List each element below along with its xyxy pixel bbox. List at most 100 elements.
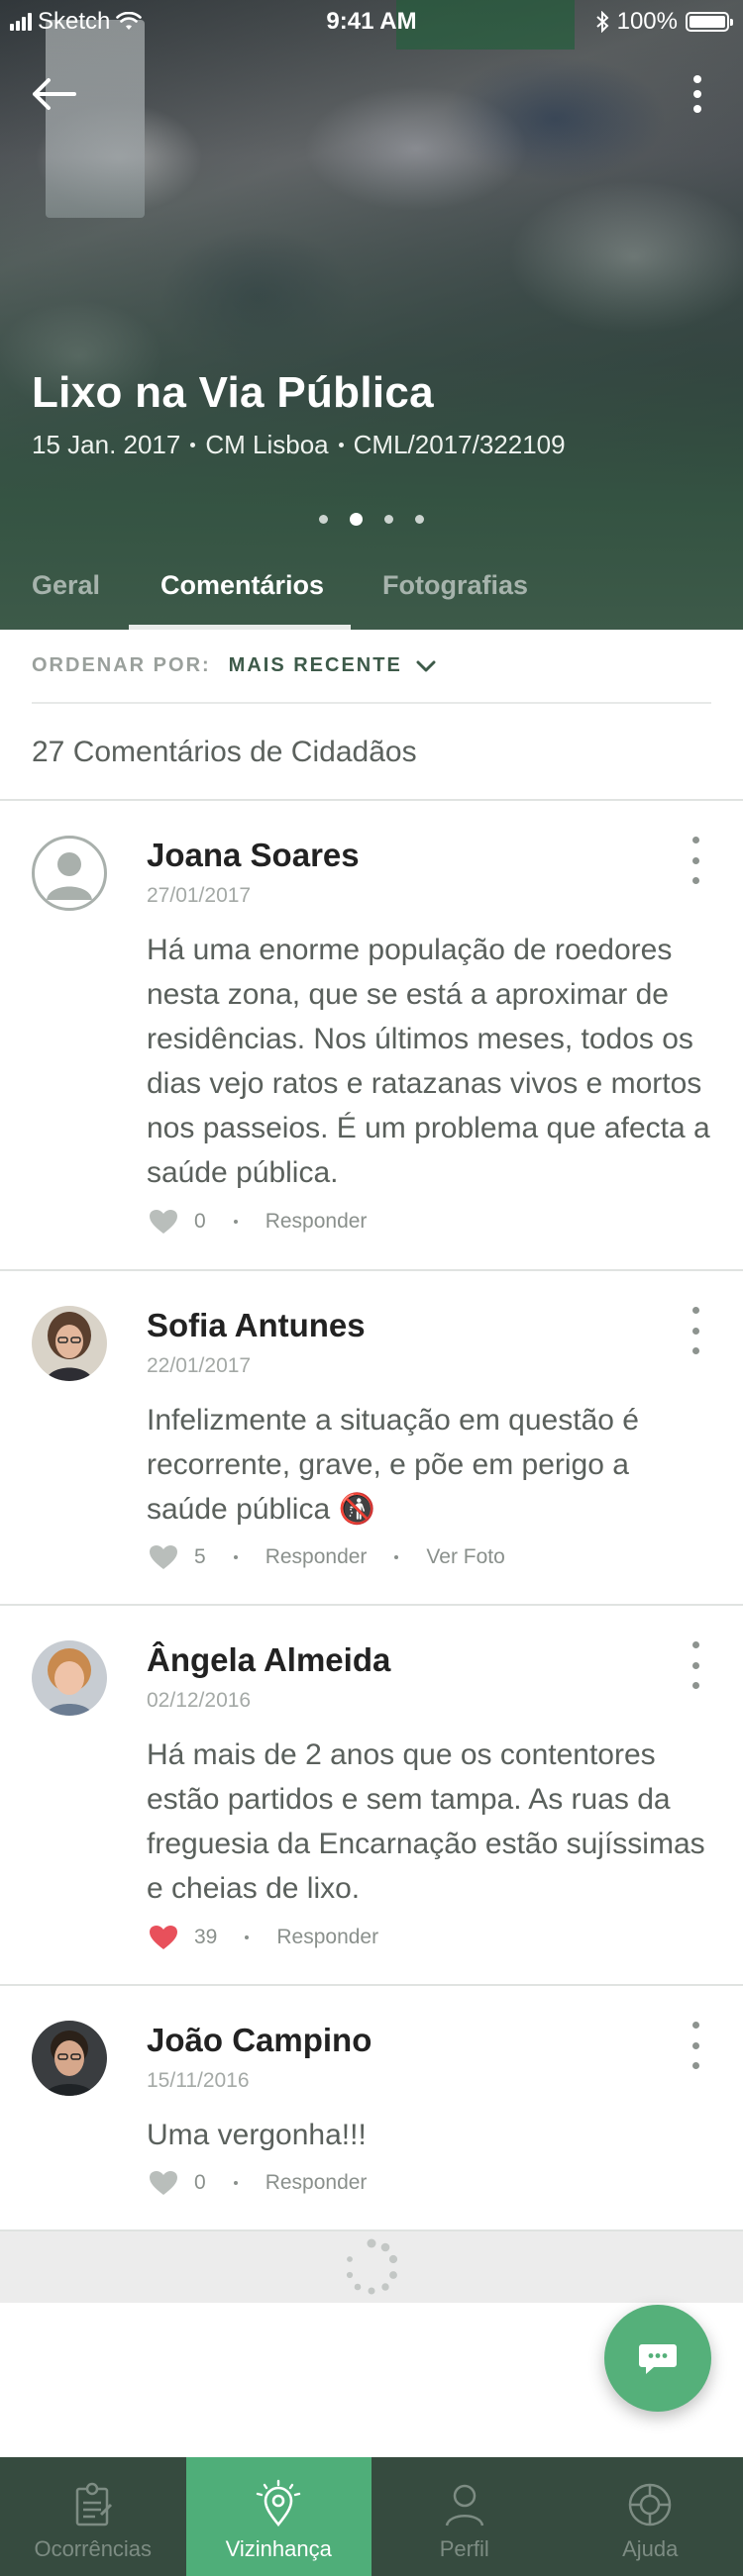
comment-options-button[interactable] [684, 837, 707, 884]
comment-item: Sofia Antunes 22/01/2017 Infelizmente a … [0, 1271, 743, 1606]
battery-icon [686, 12, 733, 32]
bluetooth-icon [595, 11, 609, 33]
user-photo [32, 1640, 107, 1716]
comment-text: Há uma enorme população de roedores nest… [147, 934, 710, 1189]
like-count: 0 [194, 2171, 206, 2194]
loading-more [0, 2231, 743, 2303]
comment-date: 22/01/2017 [147, 1354, 252, 1377]
options-button[interactable] [678, 69, 717, 119]
chat-bubble-icon [639, 2344, 677, 2374]
separator-dot [245, 1935, 250, 1939]
report-entity: CM Lisboa [205, 430, 329, 459]
comment-date: 02/12/2016 [147, 1689, 252, 1712]
nav-label: Ocorrências [34, 2536, 153, 2561]
comments-count: 27 Comentários de Cidadãos [32, 736, 417, 768]
separator-dot [338, 443, 344, 447]
user-photo [32, 2021, 107, 2096]
comment-text: Há mais de 2 anos que os contentores est… [147, 1738, 705, 1905]
user-icon [445, 2484, 483, 2526]
arrow-left-icon [33, 78, 76, 110]
comment-text: Infelizmente a situação em questão é rec… [147, 1404, 639, 1526]
reply-link[interactable]: Responder [265, 1545, 368, 1569]
sort-value: MAIS RECENTE [228, 654, 402, 676]
placeholder-avatar-icon [47, 852, 92, 900]
pager-dot[interactable] [415, 515, 424, 524]
reply-link[interactable]: Responder [265, 2171, 368, 2195]
tab-geral[interactable]: Geral [32, 570, 100, 601]
tab-comentarios[interactable]: Comentários [160, 570, 324, 601]
sort-bar: ORDENAR POR: MAIS RECENTE [32, 630, 711, 704]
nav-label: Ajuda [622, 2536, 679, 2561]
comment-author[interactable]: Ângela Almeida [147, 1641, 390, 1679]
add-comment-button[interactable] [604, 2305, 711, 2412]
hero-overlay [0, 0, 743, 630]
photo-pager[interactable] [0, 513, 743, 526]
sort-label: ORDENAR POR: [32, 654, 211, 676]
battery-percent: 100% [616, 8, 678, 35]
separator-dot [233, 1555, 238, 1559]
comment-options-button[interactable] [684, 2022, 707, 2069]
clipboard-icon [75, 2482, 112, 2526]
more-vertical-icon [691, 1641, 699, 1648]
heart-icon[interactable] [149, 1925, 178, 1950]
comment-options-button[interactable] [684, 1307, 707, 1354]
comment-item: João Campino 15/11/2016 Uma vergonha!!! … [0, 1986, 743, 2231]
separator-dot [394, 1555, 399, 1559]
nav-label: Vizinhança [225, 2536, 332, 2561]
comment-item: Joana Soares 27/01/2017 Há uma enorme po… [0, 801, 743, 1271]
comment-author[interactable]: Joana Soares [147, 837, 360, 874]
location-pin-icon [257, 2479, 301, 2527]
report-reference: CML/2017/322109 [353, 430, 566, 459]
comment-text: Uma vergonha!!! [147, 2119, 367, 2151]
chevron-down-icon [416, 660, 436, 671]
pager-dot[interactable] [384, 515, 393, 524]
nav-ocorrencias[interactable]: Ocorrências [0, 2457, 186, 2576]
user-photo [32, 1306, 107, 1381]
sort-dropdown[interactable]: MAIS RECENTE [229, 654, 436, 677]
comment-date: 27/01/2017 [147, 884, 252, 907]
nav-label: Perfil [439, 2536, 489, 2561]
pager-dot-active[interactable] [350, 513, 363, 526]
tab-bar: Geral Comentários Fotografias [0, 554, 743, 630]
reply-link[interactable]: Responder [265, 1210, 368, 1234]
report-date: 15 Jan. 2017 [32, 430, 181, 459]
back-button[interactable] [26, 69, 81, 119]
nav-ajuda[interactable]: Ajuda [558, 2457, 743, 2576]
tab-fotografias[interactable]: Fotografias [382, 570, 528, 601]
comment-actions: 5 Responder Ver Foto [149, 1544, 505, 1570]
like-count: 5 [194, 1545, 206, 1568]
separator-dot [190, 443, 196, 447]
pager-dot[interactable] [319, 515, 328, 524]
loading-spinner-icon [346, 2238, 398, 2295]
comment-item: Ângela Almeida 02/12/2016 Há mais de 2 a… [0, 1606, 743, 1986]
nav-vizinhanca[interactable]: Vizinhança [185, 2457, 372, 2576]
avatar[interactable] [32, 1306, 107, 1381]
avatar[interactable] [32, 2021, 107, 2096]
reply-link[interactable]: Responder [276, 1926, 378, 1949]
status-bar: Sketch 9:41 AM 100% [0, 0, 743, 42]
comment-actions: 0 Responder [149, 2170, 367, 2196]
lifebuoy-icon [629, 2483, 672, 2526]
like-count: 39 [194, 1926, 218, 1948]
comment-options-button[interactable] [684, 1641, 707, 1689]
comment-author[interactable]: João Campino [147, 2022, 372, 2059]
comment-actions: 0 Responder [149, 1209, 367, 1235]
avatar[interactable] [32, 1640, 107, 1716]
bottom-navigation: Ocorrências Vizinhança Perfil Ajuda [0, 2457, 743, 2576]
avatar[interactable] [32, 836, 107, 911]
like-count: 0 [194, 1210, 206, 1233]
report-meta: 15 Jan. 2017 CM Lisboa CML/2017/322109 [32, 430, 566, 460]
separator-dot [233, 1220, 238, 1224]
more-vertical-icon [693, 75, 701, 113]
view-photo-link[interactable]: Ver Foto [426, 1545, 504, 1569]
nav-perfil[interactable]: Perfil [372, 2457, 558, 2576]
heart-icon[interactable] [149, 1209, 178, 1235]
comment-actions: 39 Responder [149, 1925, 378, 1950]
heart-icon[interactable] [149, 2170, 178, 2196]
more-vertical-icon [691, 1307, 699, 1314]
more-vertical-icon [691, 837, 699, 843]
heart-icon[interactable] [149, 1544, 178, 1570]
comment-author[interactable]: Sofia Antunes [147, 1307, 366, 1344]
comment-date: 15/11/2016 [147, 2069, 250, 2092]
header-hero: Sketch 9:41 AM 100% Lixo na Via Pública … [0, 0, 743, 630]
